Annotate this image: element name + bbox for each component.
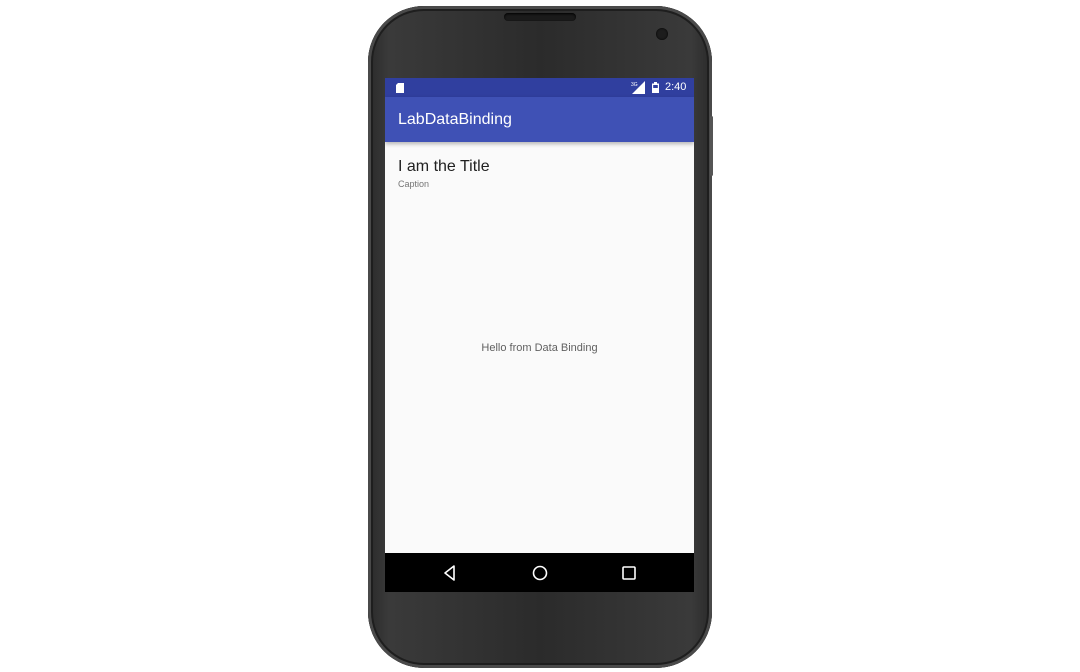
hello-message: Hello from Data Binding [481,342,598,354]
navigation-bar [385,553,694,592]
side-button[interactable] [710,116,713,176]
signal-icon: 3G [631,81,645,94]
status-time: 2:40 [665,81,687,93]
speaker-grille [504,13,576,21]
battery-icon [652,82,659,93]
network-type-label: 3G [631,82,638,88]
front-camera [656,28,668,40]
content-title: I am the Title [398,158,490,175]
app-title: LabDataBinding [398,111,512,128]
home-icon[interactable] [530,563,550,583]
sd-card-icon [396,83,404,93]
app-toolbar: LabDataBinding [385,97,694,142]
content-caption: Caption [398,179,430,189]
status-bar: 3G 2:40 [385,78,694,97]
recents-icon[interactable] [619,563,639,583]
device-screen: 3G 2:40 LabDataBinding I am the Title Ca… [385,78,694,592]
back-icon[interactable] [440,563,460,583]
